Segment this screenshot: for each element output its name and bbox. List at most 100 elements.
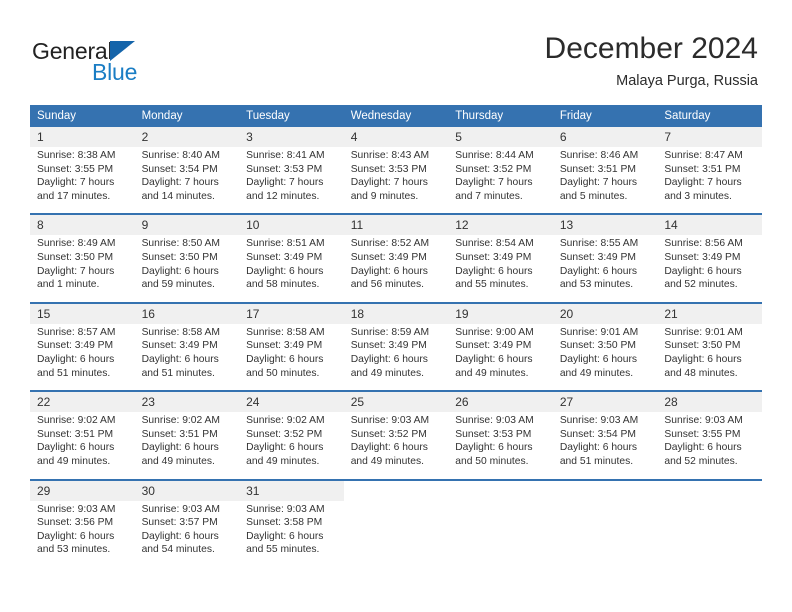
day-number-cell[interactable]: 8 xyxy=(30,213,135,236)
day-number-cell[interactable]: 4 xyxy=(343,127,449,147)
day-number-cell[interactable]: 22 xyxy=(30,390,135,413)
day-number-cell[interactable]: 16 xyxy=(134,301,240,324)
day-info-cell[interactable]: Sunrise: 8:43 AM Sunset: 3:53 PM Daylight:… xyxy=(343,147,449,215)
day-sunrise-text: Sunrise: 9:03 AM xyxy=(455,415,534,427)
day-info-cell[interactable]: Sunrise: 8:47 AM Sunset: 3:51 PM Daylight:… xyxy=(657,147,762,215)
day-info-cell[interactable]: Sunrise: 8:55 AM Sunset: 3:49 PM Daylight:… xyxy=(552,235,658,303)
day-number-cell[interactable]: 12 xyxy=(448,213,553,236)
day-number-cell[interactable]: 10 xyxy=(239,213,344,236)
day-info-cell[interactable]: Sunrise: 8:44 AM Sunset: 3:52 PM Daylight:… xyxy=(448,147,553,215)
day-sunrise-text: Sunrise: 8:56 AM xyxy=(664,238,743,250)
day-number-cell[interactable]: 21 xyxy=(657,301,762,324)
week-info-row: Sunrise: 8:38 AM Sunset: 3:55 PM Daylight:… xyxy=(30,147,762,215)
day-info-cell[interactable]: Sunrise: 9:03 AM Sunset: 3:53 PM Daylight:… xyxy=(448,412,553,480)
day-number-cell[interactable]: 3 xyxy=(239,127,344,147)
week-daynumber-row: 15 16 17 18 19 20 21 xyxy=(30,301,762,324)
day-number-cell[interactable]: 23 xyxy=(134,390,240,413)
day-number-cell[interactable]: 18 xyxy=(343,301,449,324)
day-info-cell[interactable]: Sunrise: 8:40 AM Sunset: 3:54 PM Daylight:… xyxy=(134,147,240,215)
day-info-cell[interactable]: Sunrise: 9:02 AM Sunset: 3:51 PM Daylight:… xyxy=(30,412,135,480)
day-daylight-text: Daylight: 6 hours xyxy=(559,265,638,277)
day-info-cell[interactable]: Sunrise: 9:03 AM Sunset: 3:56 PM Daylight:… xyxy=(30,500,135,567)
day-info-cell[interactable]: Sunrise: 8:59 AM Sunset: 3:49 PM Daylight:… xyxy=(343,323,449,392)
day-number-cell[interactable]: 28 xyxy=(657,390,762,413)
day-sunrise-text: Sunrise: 8:58 AM xyxy=(141,326,220,338)
day-daylight-text: Daylight: 6 hours xyxy=(664,353,742,365)
day-daylight-text: Daylight: 6 hours xyxy=(37,530,115,542)
day-sunrise-text: Sunrise: 9:03 AM xyxy=(559,415,639,427)
day-info-cell[interactable]: Sunrise: 9:00 AM Sunset: 3:49 PM Daylight:… xyxy=(448,323,553,392)
day-info-cell[interactable]: Sunrise: 9:03 AM Sunset: 3:54 PM Daylight:… xyxy=(552,412,658,480)
week-daynumber-row: 29 30 31 xyxy=(30,478,762,501)
day-daylight-text: and 51 minutes. xyxy=(559,455,634,467)
day-number-cell[interactable]: 25 xyxy=(343,390,449,413)
day-sunset-text: Sunset: 3:49 PM xyxy=(350,340,427,352)
day-info-cell[interactable]: Sunrise: 8:56 AM Sunset: 3:49 PM Daylight:… xyxy=(657,235,762,303)
day-sunset-text: Sunset: 3:55 PM xyxy=(664,428,741,440)
day-info-cell[interactable]: Sunrise: 8:46 AM Sunset: 3:51 PM Daylight:… xyxy=(552,147,658,215)
day-daylight-text: Daylight: 7 hours xyxy=(37,177,115,189)
day-number-cell[interactable]: 29 xyxy=(30,478,135,501)
day-number-cell[interactable]: 11 xyxy=(343,213,449,236)
title-block: December 2024 Malaya Purga, Russia xyxy=(545,30,758,91)
day-info-cell[interactable]: Sunrise: 8:58 AM Sunset: 3:49 PM Daylight:… xyxy=(134,323,240,392)
day-daylight-text: and 49 minutes. xyxy=(455,367,529,379)
day-number-cell[interactable]: 9 xyxy=(134,213,240,236)
day-number-cell[interactable]: 13 xyxy=(552,213,658,236)
day-daylight-text: Daylight: 7 hours xyxy=(455,177,533,189)
day-info-cell[interactable]: Sunrise: 9:02 AM Sunset: 3:52 PM Daylight:… xyxy=(239,412,344,480)
weekday-header-friday: Friday xyxy=(552,105,658,127)
day-number-cell[interactable]: 14 xyxy=(657,213,762,236)
day-number-cell[interactable]: 27 xyxy=(552,390,658,413)
day-number-cell[interactable]: 24 xyxy=(239,390,344,413)
day-number-cell[interactable]: 7 xyxy=(657,127,762,147)
day-info-cell[interactable]: Sunrise: 8:51 AM Sunset: 3:49 PM Daylight:… xyxy=(239,235,344,303)
day-sunrise-text: Sunrise: 8:38 AM xyxy=(37,150,116,161)
day-info-cell[interactable]: Sunrise: 8:57 AM Sunset: 3:49 PM Daylight:… xyxy=(30,323,135,392)
general-blue-logo[interactable]: General Blue xyxy=(32,38,212,86)
day-number-cell[interactable]: 17 xyxy=(239,301,344,324)
day-number-cell[interactable]: 2 xyxy=(134,127,240,147)
day-number-cell[interactable]: 26 xyxy=(448,390,553,413)
day-info-cell[interactable]: Sunrise: 8:41 AM Sunset: 3:53 PM Daylight:… xyxy=(239,147,344,215)
day-sunset-text: Sunset: 3:55 PM xyxy=(37,163,114,175)
day-sunset-text: Sunset: 3:50 PM xyxy=(37,251,114,263)
day-info-cell[interactable]: Sunrise: 9:03 AM Sunset: 3:52 PM Daylight:… xyxy=(343,412,449,480)
day-daylight-text: and 58 minutes. xyxy=(246,279,320,291)
day-sunset-text: Sunset: 3:49 PM xyxy=(37,340,114,352)
empty-info-cell xyxy=(657,500,762,567)
day-info-cell[interactable]: Sunrise: 9:03 AM Sunset: 3:58 PM Daylight:… xyxy=(239,500,344,567)
day-daylight-text: and 50 minutes. xyxy=(246,367,320,379)
day-number-cell[interactable]: 15 xyxy=(30,301,135,324)
day-sunrise-text: Sunrise: 9:02 AM xyxy=(37,415,116,427)
day-info-cell[interactable]: Sunrise: 9:02 AM Sunset: 3:51 PM Daylight:… xyxy=(134,412,240,480)
day-info-cell[interactable]: Sunrise: 8:54 AM Sunset: 3:49 PM Daylight:… xyxy=(448,235,553,303)
day-number-cell[interactable]: 5 xyxy=(448,127,553,147)
day-daylight-text: Daylight: 6 hours xyxy=(141,530,219,542)
day-sunset-text: Sunset: 3:49 PM xyxy=(664,251,741,263)
day-sunrise-text: Sunrise: 8:43 AM xyxy=(350,150,430,161)
day-sunrise-text: Sunrise: 8:58 AM xyxy=(246,326,325,338)
day-info-cell[interactable]: Sunrise: 8:58 AM Sunset: 3:49 PM Daylight:… xyxy=(239,323,344,392)
day-sunset-text: Sunset: 3:49 PM xyxy=(350,251,427,263)
day-info-cell[interactable]: Sunrise: 8:49 AM Sunset: 3:50 PM Daylight:… xyxy=(30,235,135,303)
day-info-cell[interactable]: Sunrise: 8:38 AM Sunset: 3:55 PM Daylight:… xyxy=(30,147,135,215)
day-info-cell[interactable]: Sunrise: 9:03 AM Sunset: 3:57 PM Daylight:… xyxy=(134,500,240,567)
day-info-cell[interactable]: Sunrise: 9:01 AM Sunset: 3:50 PM Daylight:… xyxy=(657,323,762,392)
day-number-cell[interactable]: 31 xyxy=(239,478,344,501)
day-number-cell[interactable]: 30 xyxy=(134,478,240,501)
day-info-cell[interactable]: Sunrise: 8:52 AM Sunset: 3:49 PM Daylight:… xyxy=(343,235,449,303)
day-number-cell[interactable]: 20 xyxy=(552,301,658,324)
day-info-cell[interactable]: Sunrise: 8:50 AM Sunset: 3:50 PM Daylight:… xyxy=(134,235,240,303)
day-daylight-text: and 9 minutes. xyxy=(350,190,419,202)
day-number-cell[interactable]: 1 xyxy=(30,127,135,147)
day-daylight-text: and 56 minutes. xyxy=(350,279,424,291)
day-number-cell[interactable]: 6 xyxy=(552,127,658,147)
day-sunset-text: Sunset: 3:49 PM xyxy=(141,340,218,352)
day-info-cell[interactable]: Sunrise: 9:03 AM Sunset: 3:55 PM Daylight:… xyxy=(657,412,762,480)
day-sunrise-text: Sunrise: 8:59 AM xyxy=(350,326,430,338)
day-sunset-text: Sunset: 3:51 PM xyxy=(141,428,218,440)
day-daylight-text: and 5 minutes. xyxy=(559,190,628,202)
day-number-cell[interactable]: 19 xyxy=(448,301,553,324)
day-info-cell[interactable]: Sunrise: 9:01 AM Sunset: 3:50 PM Daylight:… xyxy=(552,323,658,392)
